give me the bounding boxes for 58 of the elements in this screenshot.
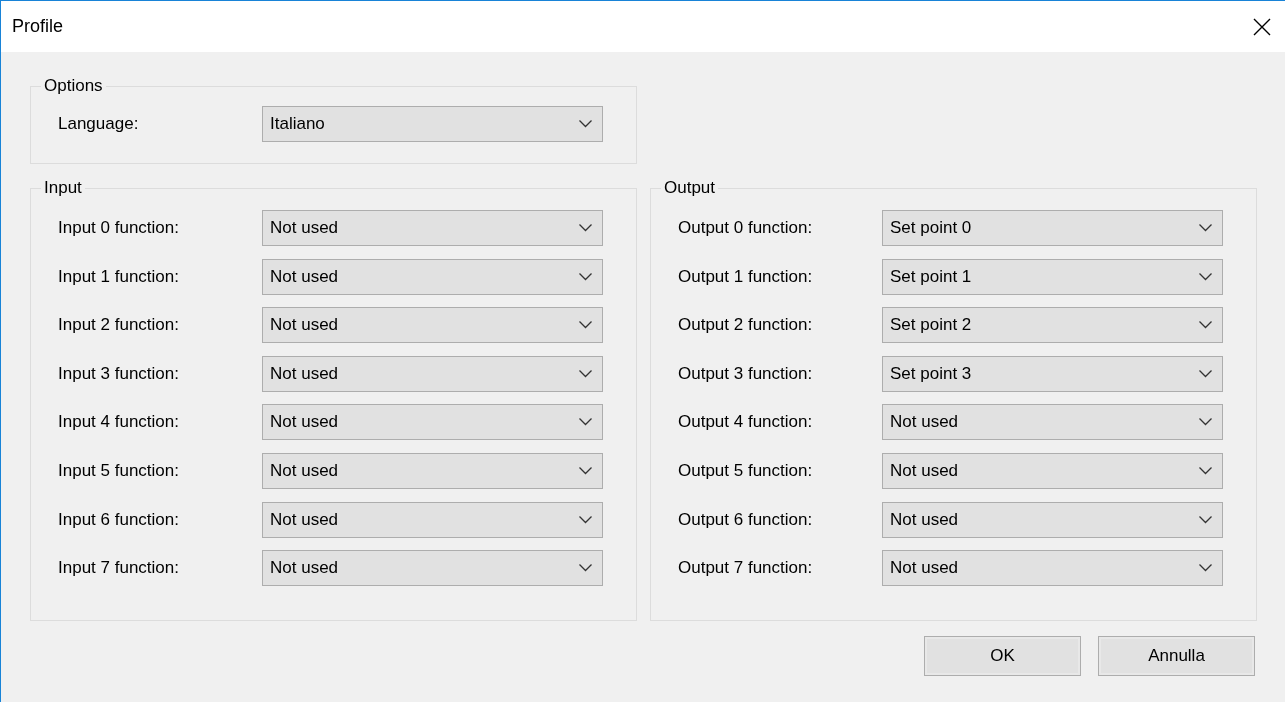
field-label: Input 4 function:: [57, 412, 180, 433]
chevron-down-icon: [1199, 272, 1212, 281]
field-label: Input 3 function:: [57, 363, 180, 384]
chevron-down-icon: [579, 418, 592, 427]
chevron-down-icon: [579, 515, 592, 524]
chevron-down-icon: [579, 564, 592, 573]
field-label: Input 1 function:: [57, 266, 180, 287]
window-title: Profile: [12, 16, 64, 37]
dropdown[interactable]: Set point 0: [882, 210, 1223, 246]
dropdown[interactable]: Not used: [262, 404, 603, 441]
dropdown[interactable]: Not used: [262, 501, 603, 538]
chevron-down-icon: [1199, 224, 1212, 232]
field-label: Input 6 function:: [57, 509, 180, 530]
dropdown[interactable]: Not used: [262, 258, 603, 295]
chevron-down-icon: [579, 224, 592, 232]
chevron-down-icon: [1199, 369, 1212, 378]
chevron-down-icon: [1199, 418, 1212, 427]
field-label: Output 2 function:: [677, 315, 814, 336]
close-icon[interactable]: [1253, 17, 1271, 36]
group-title: Output: [663, 178, 717, 198]
dialog-button[interactable]: OK: [924, 636, 1081, 677]
group-title: Input: [43, 178, 83, 198]
dropdown[interactable]: Set point 3: [882, 355, 1223, 392]
dropdown[interactable]: Not used: [262, 452, 603, 489]
dropdown[interactable]: Not used: [882, 452, 1223, 489]
chevron-down-icon: [1199, 515, 1212, 524]
field-label: Output 6 function:: [677, 509, 814, 530]
field-label: Input 0 function:: [57, 218, 180, 238]
dropdown[interactable]: Not used: [882, 404, 1223, 441]
chevron-down-icon: [1199, 564, 1212, 573]
field-label: Input 2 function:: [57, 315, 180, 336]
field-label: Output 3 function:: [677, 363, 814, 384]
field-label: Output 7 function:: [677, 558, 814, 579]
dropdown[interactable]: Not used: [882, 501, 1223, 538]
field-label: Output 4 function:: [677, 412, 814, 433]
dropdown[interactable]: Set point 1: [882, 258, 1223, 295]
dropdown[interactable]: Italiano: [262, 106, 603, 142]
field-label: Language:: [57, 114, 140, 134]
dropdown[interactable]: Not used: [262, 550, 603, 587]
field-label: Output 5 function:: [677, 460, 814, 481]
dropdown[interactable]: Not used: [262, 307, 603, 344]
chevron-down-icon: [579, 369, 592, 378]
dropdown[interactable]: Not used: [262, 355, 603, 392]
field-label: Output 0 function:: [677, 218, 814, 238]
chevron-down-icon: [1199, 321, 1212, 330]
chevron-down-icon: [1199, 466, 1212, 475]
dropdown[interactable]: Not used: [882, 550, 1223, 587]
group-title: Options: [43, 76, 104, 96]
chevron-down-icon: [579, 321, 592, 330]
field-label: Input 7 function:: [57, 558, 180, 579]
dropdown[interactable]: Set point 2: [882, 307, 1223, 344]
dropdown[interactable]: Not used: [262, 210, 603, 246]
chevron-down-icon: [579, 272, 592, 281]
field-label: Output 1 function:: [677, 266, 814, 287]
dialog-button[interactable]: Annulla: [1098, 636, 1255, 677]
chevron-down-icon: [579, 120, 592, 128]
field-label: Input 5 function:: [57, 460, 180, 481]
chevron-down-icon: [579, 466, 592, 475]
